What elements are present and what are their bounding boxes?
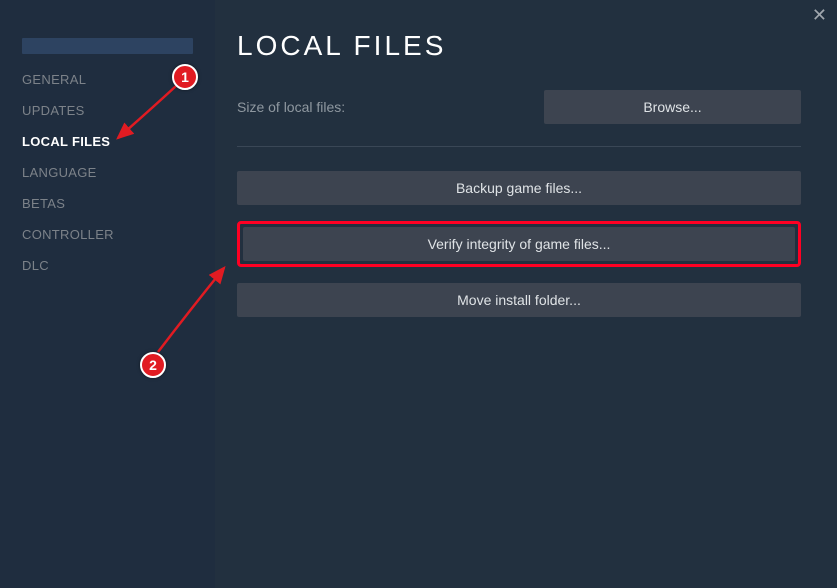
sidebar-item-language[interactable]: LANGUAGE [0, 157, 215, 188]
verify-integrity-button[interactable]: Verify integrity of game files... [243, 227, 795, 261]
browse-button[interactable]: Browse... [544, 90, 801, 124]
divider [237, 146, 801, 147]
close-icon[interactable]: ✕ [812, 6, 827, 24]
verify-highlight: Verify integrity of game files... [237, 221, 801, 267]
size-row: Size of local files: Browse... [237, 90, 801, 124]
sidebar-item-local-files[interactable]: LOCAL FILES [0, 126, 215, 157]
sidebar-item-controller[interactable]: CONTROLLER [0, 219, 215, 250]
move-folder-button[interactable]: Move install folder... [237, 283, 801, 317]
size-label: Size of local files: [237, 99, 345, 115]
annotation-badge-1: 1 [172, 64, 198, 90]
backup-button[interactable]: Backup game files... [237, 171, 801, 205]
sidebar-item-updates[interactable]: UPDATES [0, 95, 215, 126]
action-buttons: Backup game files... Verify integrity of… [237, 171, 801, 317]
page-title: LOCAL FILES [237, 30, 801, 62]
sidebar-item-dlc[interactable]: DLC [0, 250, 215, 281]
sidebar-item-betas[interactable]: BETAS [0, 188, 215, 219]
properties-window: GENERAL UPDATES LOCAL FILES LANGUAGE BET… [0, 0, 837, 588]
main-panel: ✕ LOCAL FILES Size of local files: Brows… [215, 0, 837, 588]
game-title-placeholder [22, 38, 193, 54]
annotation-badge-2: 2 [140, 352, 166, 378]
